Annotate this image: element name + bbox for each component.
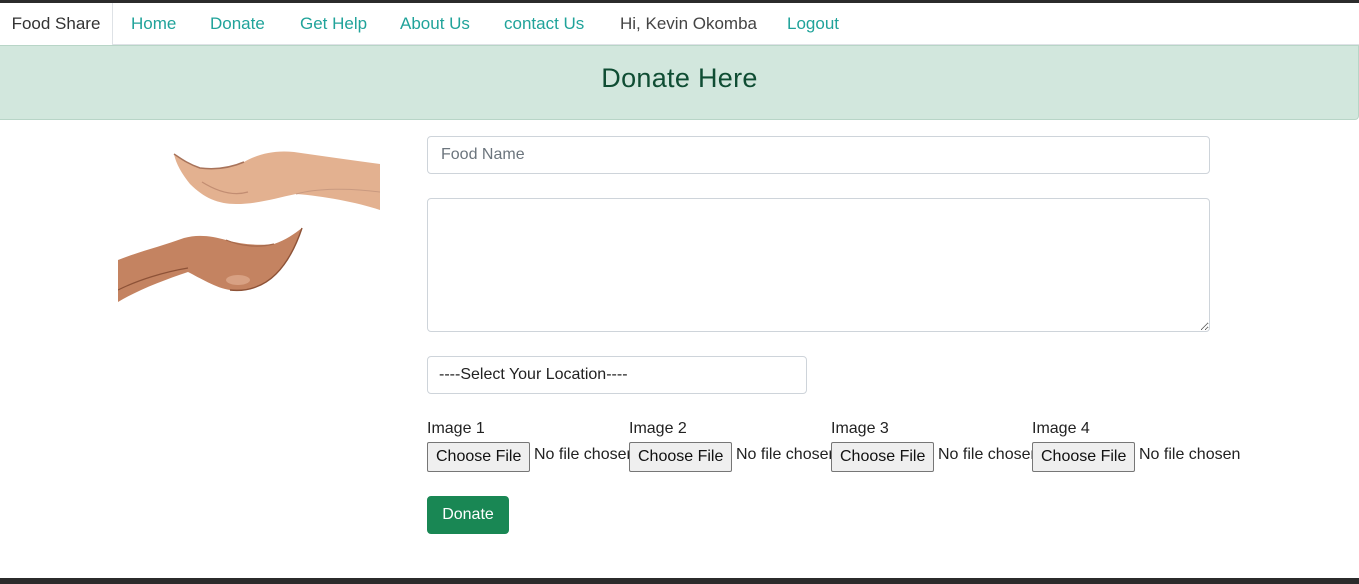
food-name-input[interactable] bbox=[427, 136, 1210, 174]
image-4-label: Image 4 bbox=[1032, 420, 1090, 437]
image-3-label: Image 3 bbox=[831, 420, 889, 437]
image-1-file-status: No file chosen bbox=[534, 446, 629, 463]
page-banner: Donate Here bbox=[0, 45, 1359, 120]
bottom-border bbox=[0, 578, 1359, 584]
image-2-file-status: No file chosen bbox=[736, 446, 831, 463]
nav-link-about-us[interactable]: About Us bbox=[400, 3, 470, 45]
donate-submit-button[interactable]: Donate bbox=[427, 496, 509, 534]
nav-link-home[interactable]: Home bbox=[131, 3, 176, 45]
nav-link-contact-us[interactable]: contact Us bbox=[504, 3, 584, 45]
brand-tab[interactable]: Food Share bbox=[0, 3, 113, 46]
page-title: Donate Here bbox=[601, 63, 758, 93]
image-2-choose-file-button[interactable]: Choose File bbox=[629, 442, 733, 472]
image-2-label: Image 2 bbox=[629, 420, 687, 437]
image-1-choose-file-button[interactable]: Choose File bbox=[427, 442, 531, 472]
image-4-file-status: No file chosen bbox=[1139, 446, 1241, 463]
description-textarea[interactable] bbox=[427, 198, 1210, 332]
nav-link-donate[interactable]: Donate bbox=[210, 3, 265, 45]
giving-hands-image bbox=[118, 151, 380, 302]
image-3-file-status: No file chosen bbox=[938, 446, 1032, 463]
nav-link-logout[interactable]: Logout bbox=[787, 3, 839, 45]
location-select[interactable]: ----Select Your Location---- bbox=[427, 356, 807, 394]
image-4-choose-file-button[interactable]: Choose File bbox=[1032, 442, 1136, 472]
navbar: Food Share Home Donate Get Help About Us… bbox=[0, 3, 1359, 46]
image-3-choose-file-button[interactable]: Choose File bbox=[831, 442, 935, 472]
image-1-label: Image 1 bbox=[427, 420, 485, 437]
nav-link-get-help[interactable]: Get Help bbox=[300, 3, 367, 45]
user-greeting: Hi, Kevin Okomba bbox=[620, 14, 757, 33]
